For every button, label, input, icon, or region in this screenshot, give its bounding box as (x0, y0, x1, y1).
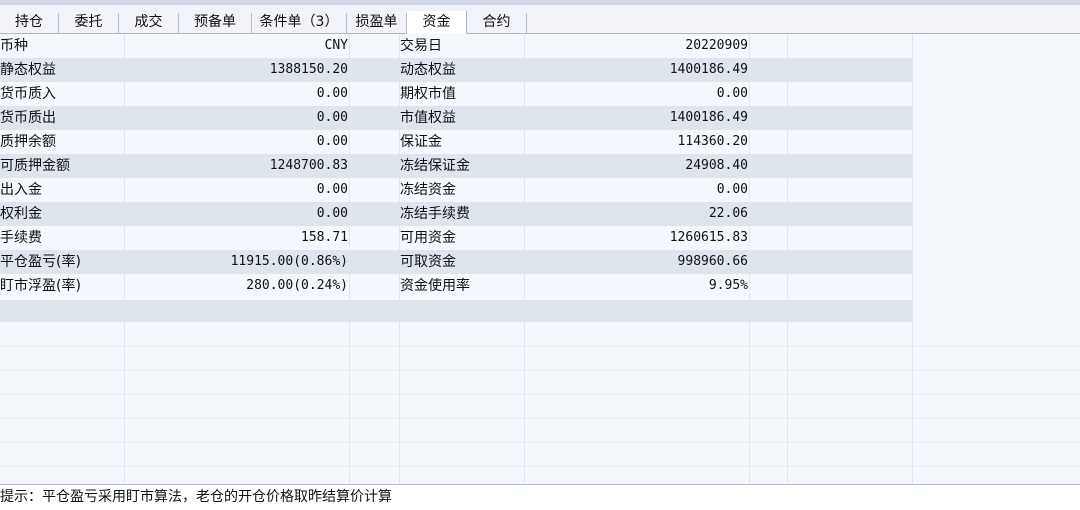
field-value: CNY (324, 38, 348, 53)
table-row[interactable]: 货币质出 0.00 市值权益 1400186.49 (0, 106, 1080, 130)
tab-bar: 持仓 委托 成交 预备单 条件单（3） 损盈单 资金 合约 (0, 5, 1080, 34)
table-row[interactable]: 出入金 0.00 冻结资金 0.00 (0, 178, 1080, 202)
field-value: 11915.00(0.86%) (230, 254, 348, 269)
field-value: 158.71 (301, 230, 348, 245)
table-row[interactable]: 手续费 158.71 可用资金 1260615.83 (0, 226, 1080, 250)
field-label: 保证金 (400, 134, 442, 150)
field-label: 静态权益 (0, 62, 56, 78)
field-label: 交易日 (400, 38, 442, 54)
field-value: 0.00 (316, 206, 348, 221)
field-value: 22.06 (708, 206, 748, 221)
table-row[interactable]: 权利金 0.00 冻结手续费 22.06 (0, 202, 1080, 226)
field-label: 可取资金 (400, 254, 456, 270)
field-value: 1388150.20 (269, 62, 348, 77)
field-label: 币种 (0, 38, 28, 54)
table-row[interactable]: 币种 CNY 交易日 20220909 (0, 34, 1080, 58)
field-label: 货币质入 (0, 86, 56, 102)
status-hint-text: 提示：平仓盈亏采用盯市算法，老仓的开仓价格取昨结算价计算 (0, 489, 392, 505)
table-row[interactable]: 平仓盈亏(率) 11915.00(0.86%) 可取资金 998960.66 (0, 250, 1080, 274)
field-value: 20220909 (685, 38, 748, 53)
field-value: 1400186.49 (669, 62, 748, 77)
field-value: 1260615.83 (669, 230, 748, 245)
field-label: 手续费 (0, 230, 42, 246)
field-value: 0.00 (316, 86, 348, 101)
field-label: 权利金 (0, 206, 42, 222)
tab-prepared-orders[interactable]: 预备单 (179, 13, 252, 33)
field-label: 盯市浮盈(率) (0, 278, 81, 294)
table-row[interactable]: 货币质入 0.00 期权市值 0.00 (0, 82, 1080, 106)
field-label: 期权市值 (400, 86, 456, 102)
status-bar: 提示：平仓盈亏采用盯市算法，老仓的开仓价格取昨结算价计算 (0, 484, 1080, 510)
field-value: 0.00 (716, 86, 748, 101)
field-label: 市值权益 (400, 110, 456, 126)
field-label: 冻结资金 (400, 182, 456, 198)
tab-trades[interactable]: 成交 (119, 13, 179, 33)
field-label: 可用资金 (400, 230, 456, 246)
field-label: 动态权益 (400, 62, 456, 78)
field-value: 9.95% (708, 278, 748, 293)
field-label: 质押余额 (0, 134, 56, 150)
field-label: 出入金 (0, 182, 42, 198)
tab-contracts[interactable]: 合约 (467, 13, 527, 33)
table-row-empty[interactable] (0, 300, 1080, 322)
table-row[interactable]: 盯市浮盈(率) 280.00(0.24%) 资金使用率 9.95% (0, 274, 1080, 298)
field-value: 998960.66 (677, 254, 748, 269)
field-value: 0.00 (316, 182, 348, 197)
field-value: 280.00(0.24%) (246, 278, 348, 293)
field-value: 24908.40 (685, 158, 748, 173)
field-value: 0.00 (316, 134, 348, 149)
field-label: 资金使用率 (400, 278, 470, 294)
field-label: 平仓盈亏(率) (0, 254, 81, 270)
field-label: 货币质出 (0, 110, 56, 126)
tab-positions[interactable]: 持仓 (0, 13, 59, 33)
field-label: 冻结手续费 (400, 206, 470, 222)
table-row[interactable]: 质押余额 0.00 保证金 114360.20 (0, 130, 1080, 154)
table-row[interactable]: 可质押金额 1248700.83 冻结保证金 24908.40 (0, 154, 1080, 178)
field-value: 1400186.49 (669, 110, 748, 125)
field-value: 1248700.83 (269, 158, 348, 173)
tab-orders[interactable]: 委托 (59, 13, 119, 33)
field-value: 0.00 (316, 110, 348, 125)
field-value: 114360.20 (677, 134, 748, 149)
table-row[interactable]: 静态权益 1388150.20 动态权益 1400186.49 (0, 58, 1080, 82)
field-label: 可质押金额 (0, 158, 70, 174)
tab-funds[interactable]: 资金 (407, 11, 467, 34)
tab-stop-profit-orders[interactable]: 损盈单 (347, 13, 407, 33)
field-value: 0.00 (716, 182, 748, 197)
tab-conditional-orders[interactable]: 条件单（3） (252, 13, 347, 33)
field-label: 冻结保证金 (400, 158, 470, 174)
funds-table: 币种 CNY 交易日 20220909 静态权益 1388150.20 动态权益… (0, 34, 1080, 484)
